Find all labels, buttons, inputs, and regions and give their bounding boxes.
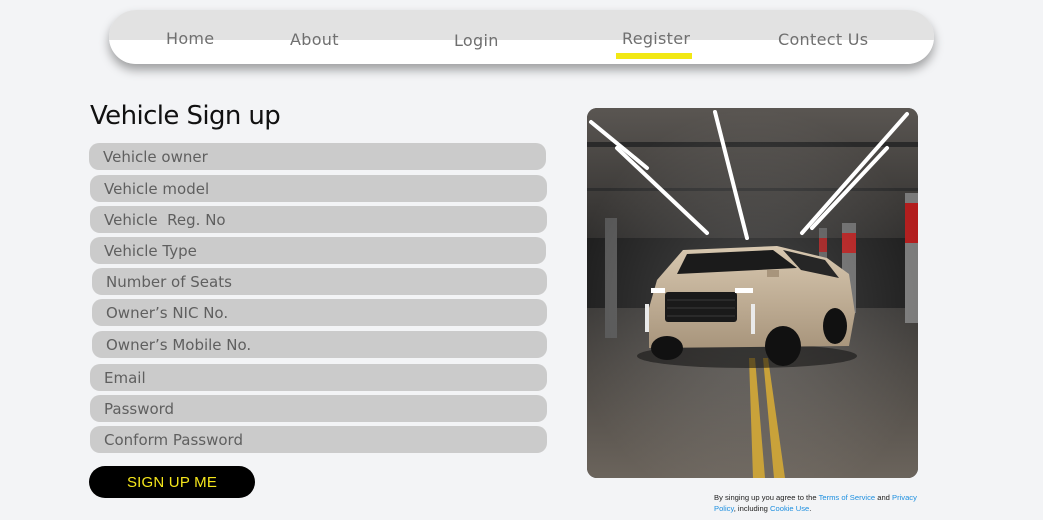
nav-about-link[interactable]: About — [290, 30, 339, 49]
terms-prefix: By singing up you agree to the — [714, 493, 819, 502]
page: Home About Login Register Contect Us Veh… — [0, 0, 1043, 520]
terms-of-service-link[interactable]: Terms of Service — [819, 493, 876, 502]
confirm-password-field[interactable] — [90, 426, 547, 453]
nav-home-link[interactable]: Home — [166, 29, 214, 48]
car-in-garage-image — [587, 108, 918, 478]
terms-including: , including — [733, 504, 771, 513]
car-photo — [587, 108, 918, 478]
terms-and: and — [875, 493, 892, 502]
vehicle-reg-no-field[interactable] — [90, 206, 547, 233]
nav-contact-link[interactable]: Contect Us — [778, 30, 868, 49]
number-of-seats-field[interactable] — [92, 268, 547, 295]
active-nav-indicator — [616, 53, 692, 59]
cookie-use-link[interactable]: Cookie Use — [770, 504, 809, 513]
password-field[interactable] — [90, 395, 547, 422]
owner-mobile-field[interactable] — [92, 331, 547, 358]
vehicle-type-field[interactable] — [90, 237, 546, 264]
terms-suffix: . — [809, 504, 812, 513]
nav-login-link[interactable]: Login — [454, 31, 499, 50]
sign-up-button[interactable]: SIGN UP ME — [89, 466, 255, 498]
top-nav: Home About Login Register Contect Us — [109, 10, 934, 64]
vehicle-model-field[interactable] — [90, 175, 547, 202]
owner-nic-field[interactable] — [92, 299, 547, 326]
vehicle-owner-field[interactable] — [89, 143, 546, 170]
nav-register-link[interactable]: Register — [622, 29, 690, 48]
terms-notice: By singing up you agree to the Terms of … — [714, 492, 924, 514]
email-field[interactable] — [90, 364, 547, 391]
page-title: Vehicle Sign up — [90, 101, 281, 131]
